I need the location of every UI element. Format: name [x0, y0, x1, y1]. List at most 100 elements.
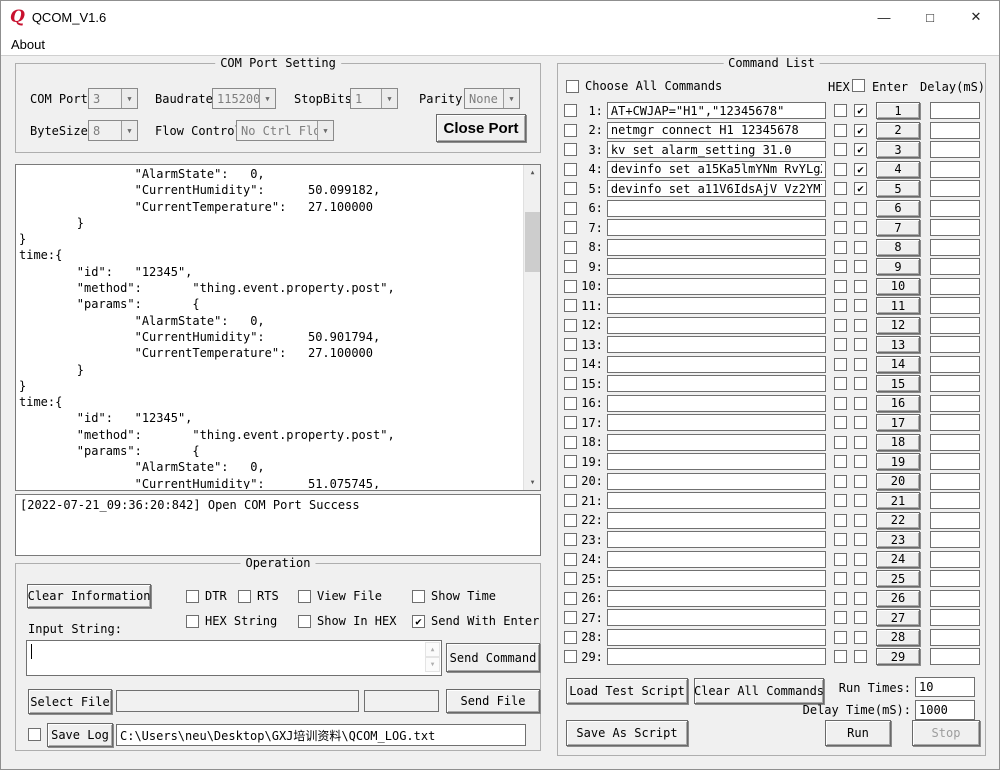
checkbox[interactable]: ✔ [412, 615, 425, 628]
row-select-checkbox[interactable] [564, 611, 577, 624]
scroll-down-icon[interactable]: ▼ [524, 475, 541, 490]
command-text-input[interactable] [607, 629, 826, 646]
row-delay-input[interactable] [930, 122, 980, 139]
checkbox[interactable] [566, 80, 579, 93]
row-hex-checkbox[interactable] [834, 592, 847, 605]
command-text-input[interactable] [607, 258, 826, 275]
row-hex-checkbox[interactable] [834, 397, 847, 410]
row-enter-checkbox[interactable] [854, 319, 867, 332]
baudrate-select[interactable]: 115200 ▼ [212, 88, 276, 109]
send-row-command-button[interactable]: 16 [876, 395, 920, 412]
close-button[interactable]: ✕ [953, 1, 999, 33]
row-enter-checkbox[interactable] [854, 494, 867, 507]
row-select-checkbox[interactable] [564, 143, 577, 156]
row-hex-checkbox[interactable] [834, 241, 847, 254]
send-row-command-button[interactable]: 4 [876, 161, 920, 178]
row-hex-checkbox[interactable] [834, 377, 847, 390]
row-hex-checkbox[interactable] [834, 533, 847, 546]
row-select-checkbox[interactable] [564, 182, 577, 195]
row-hex-checkbox[interactable] [834, 319, 847, 332]
serial-output-area[interactable]: "AlarmState": 0, "CurrentHumidity": 50.0… [15, 164, 541, 491]
row-enter-checkbox[interactable]: ✔ [854, 124, 867, 137]
row-delay-input[interactable] [930, 570, 980, 587]
command-text-input[interactable] [607, 297, 826, 314]
command-text-input[interactable] [607, 395, 826, 412]
save-log-button[interactable]: Save Log [47, 723, 113, 747]
row-delay-input[interactable] [930, 531, 980, 548]
row-hex-checkbox[interactable] [834, 124, 847, 137]
send-row-command-button[interactable]: 6 [876, 200, 920, 217]
dtr-checkbox[interactable]: DTR [186, 589, 227, 603]
row-select-checkbox[interactable] [564, 553, 577, 566]
send-row-command-button[interactable]: 1 [876, 102, 920, 119]
row-delay-input[interactable] [930, 473, 980, 490]
flow-control-select[interactable]: No Ctrl Flow ▼ [236, 120, 334, 141]
row-enter-checkbox[interactable] [854, 533, 867, 546]
row-hex-checkbox[interactable] [834, 182, 847, 195]
command-text-input[interactable] [607, 278, 826, 295]
row-select-checkbox[interactable] [564, 494, 577, 507]
row-enter-checkbox[interactable] [854, 377, 867, 390]
send-row-command-button[interactable]: 14 [876, 356, 920, 373]
command-text-input[interactable] [607, 356, 826, 373]
send-row-command-button[interactable]: 2 [876, 122, 920, 139]
send-command-button[interactable]: Send Command [446, 643, 540, 672]
save-as-script-button[interactable]: Save As Script [566, 720, 688, 746]
row-hex-checkbox[interactable] [834, 494, 847, 507]
row-hex-checkbox[interactable] [834, 631, 847, 644]
row-enter-checkbox[interactable] [854, 611, 867, 624]
row-hex-checkbox[interactable] [834, 436, 847, 449]
maximize-button[interactable]: □ [907, 1, 953, 33]
command-text-input[interactable] [607, 473, 826, 490]
row-delay-input[interactable] [930, 336, 980, 353]
row-select-checkbox[interactable] [564, 338, 577, 351]
command-text-input[interactable] [607, 219, 826, 236]
row-select-checkbox[interactable] [564, 202, 577, 215]
row-enter-checkbox[interactable] [854, 299, 867, 312]
checkbox[interactable] [186, 590, 199, 603]
send-row-command-button[interactable]: 22 [876, 512, 920, 529]
send-row-command-button[interactable]: 28 [876, 629, 920, 646]
send-row-command-button[interactable]: 19 [876, 453, 920, 470]
row-hex-checkbox[interactable] [834, 611, 847, 624]
command-text-input[interactable] [607, 239, 826, 256]
row-hex-checkbox[interactable] [834, 260, 847, 273]
row-select-checkbox[interactable] [564, 455, 577, 468]
row-enter-checkbox[interactable]: ✔ [854, 104, 867, 117]
row-delay-input[interactable] [930, 141, 980, 158]
command-text-input[interactable] [607, 609, 826, 626]
row-enter-checkbox[interactable]: ✔ [854, 163, 867, 176]
command-text-input[interactable] [607, 570, 826, 587]
scroll-up-icon[interactable]: ▲ [425, 642, 440, 657]
checkbox[interactable] [412, 590, 425, 603]
row-hex-checkbox[interactable] [834, 104, 847, 117]
send-row-command-button[interactable]: 23 [876, 531, 920, 548]
row-enter-checkbox[interactable] [854, 221, 867, 234]
row-hex-checkbox[interactable] [834, 358, 847, 371]
row-enter-checkbox[interactable] [854, 650, 867, 663]
row-select-checkbox[interactable] [564, 377, 577, 390]
row-hex-checkbox[interactable] [834, 143, 847, 156]
row-delay-input[interactable] [930, 102, 980, 119]
row-hex-checkbox[interactable] [834, 416, 847, 429]
row-enter-checkbox[interactable] [854, 572, 867, 585]
send-row-command-button[interactable]: 26 [876, 590, 920, 607]
row-select-checkbox[interactable] [564, 631, 577, 644]
row-select-checkbox[interactable] [564, 397, 577, 410]
log-scrollbar[interactable]: ▲ ▼ [523, 165, 540, 490]
row-hex-checkbox[interactable] [834, 202, 847, 215]
command-text-input[interactable] [607, 453, 826, 470]
command-text-input[interactable] [607, 141, 826, 158]
row-enter-checkbox[interactable] [854, 202, 867, 215]
row-delay-input[interactable] [930, 200, 980, 217]
row-enter-checkbox[interactable] [854, 260, 867, 273]
select-file-button[interactable]: Select File [28, 689, 112, 714]
row-delay-input[interactable] [930, 551, 980, 568]
scrollbar-thumb[interactable] [525, 212, 540, 272]
row-delay-input[interactable] [930, 356, 980, 373]
run-button[interactable]: Run [825, 720, 891, 746]
row-enter-checkbox[interactable] [854, 631, 867, 644]
row-select-checkbox[interactable] [564, 416, 577, 429]
row-hex-checkbox[interactable] [834, 475, 847, 488]
send-row-command-button[interactable]: 21 [876, 492, 920, 509]
